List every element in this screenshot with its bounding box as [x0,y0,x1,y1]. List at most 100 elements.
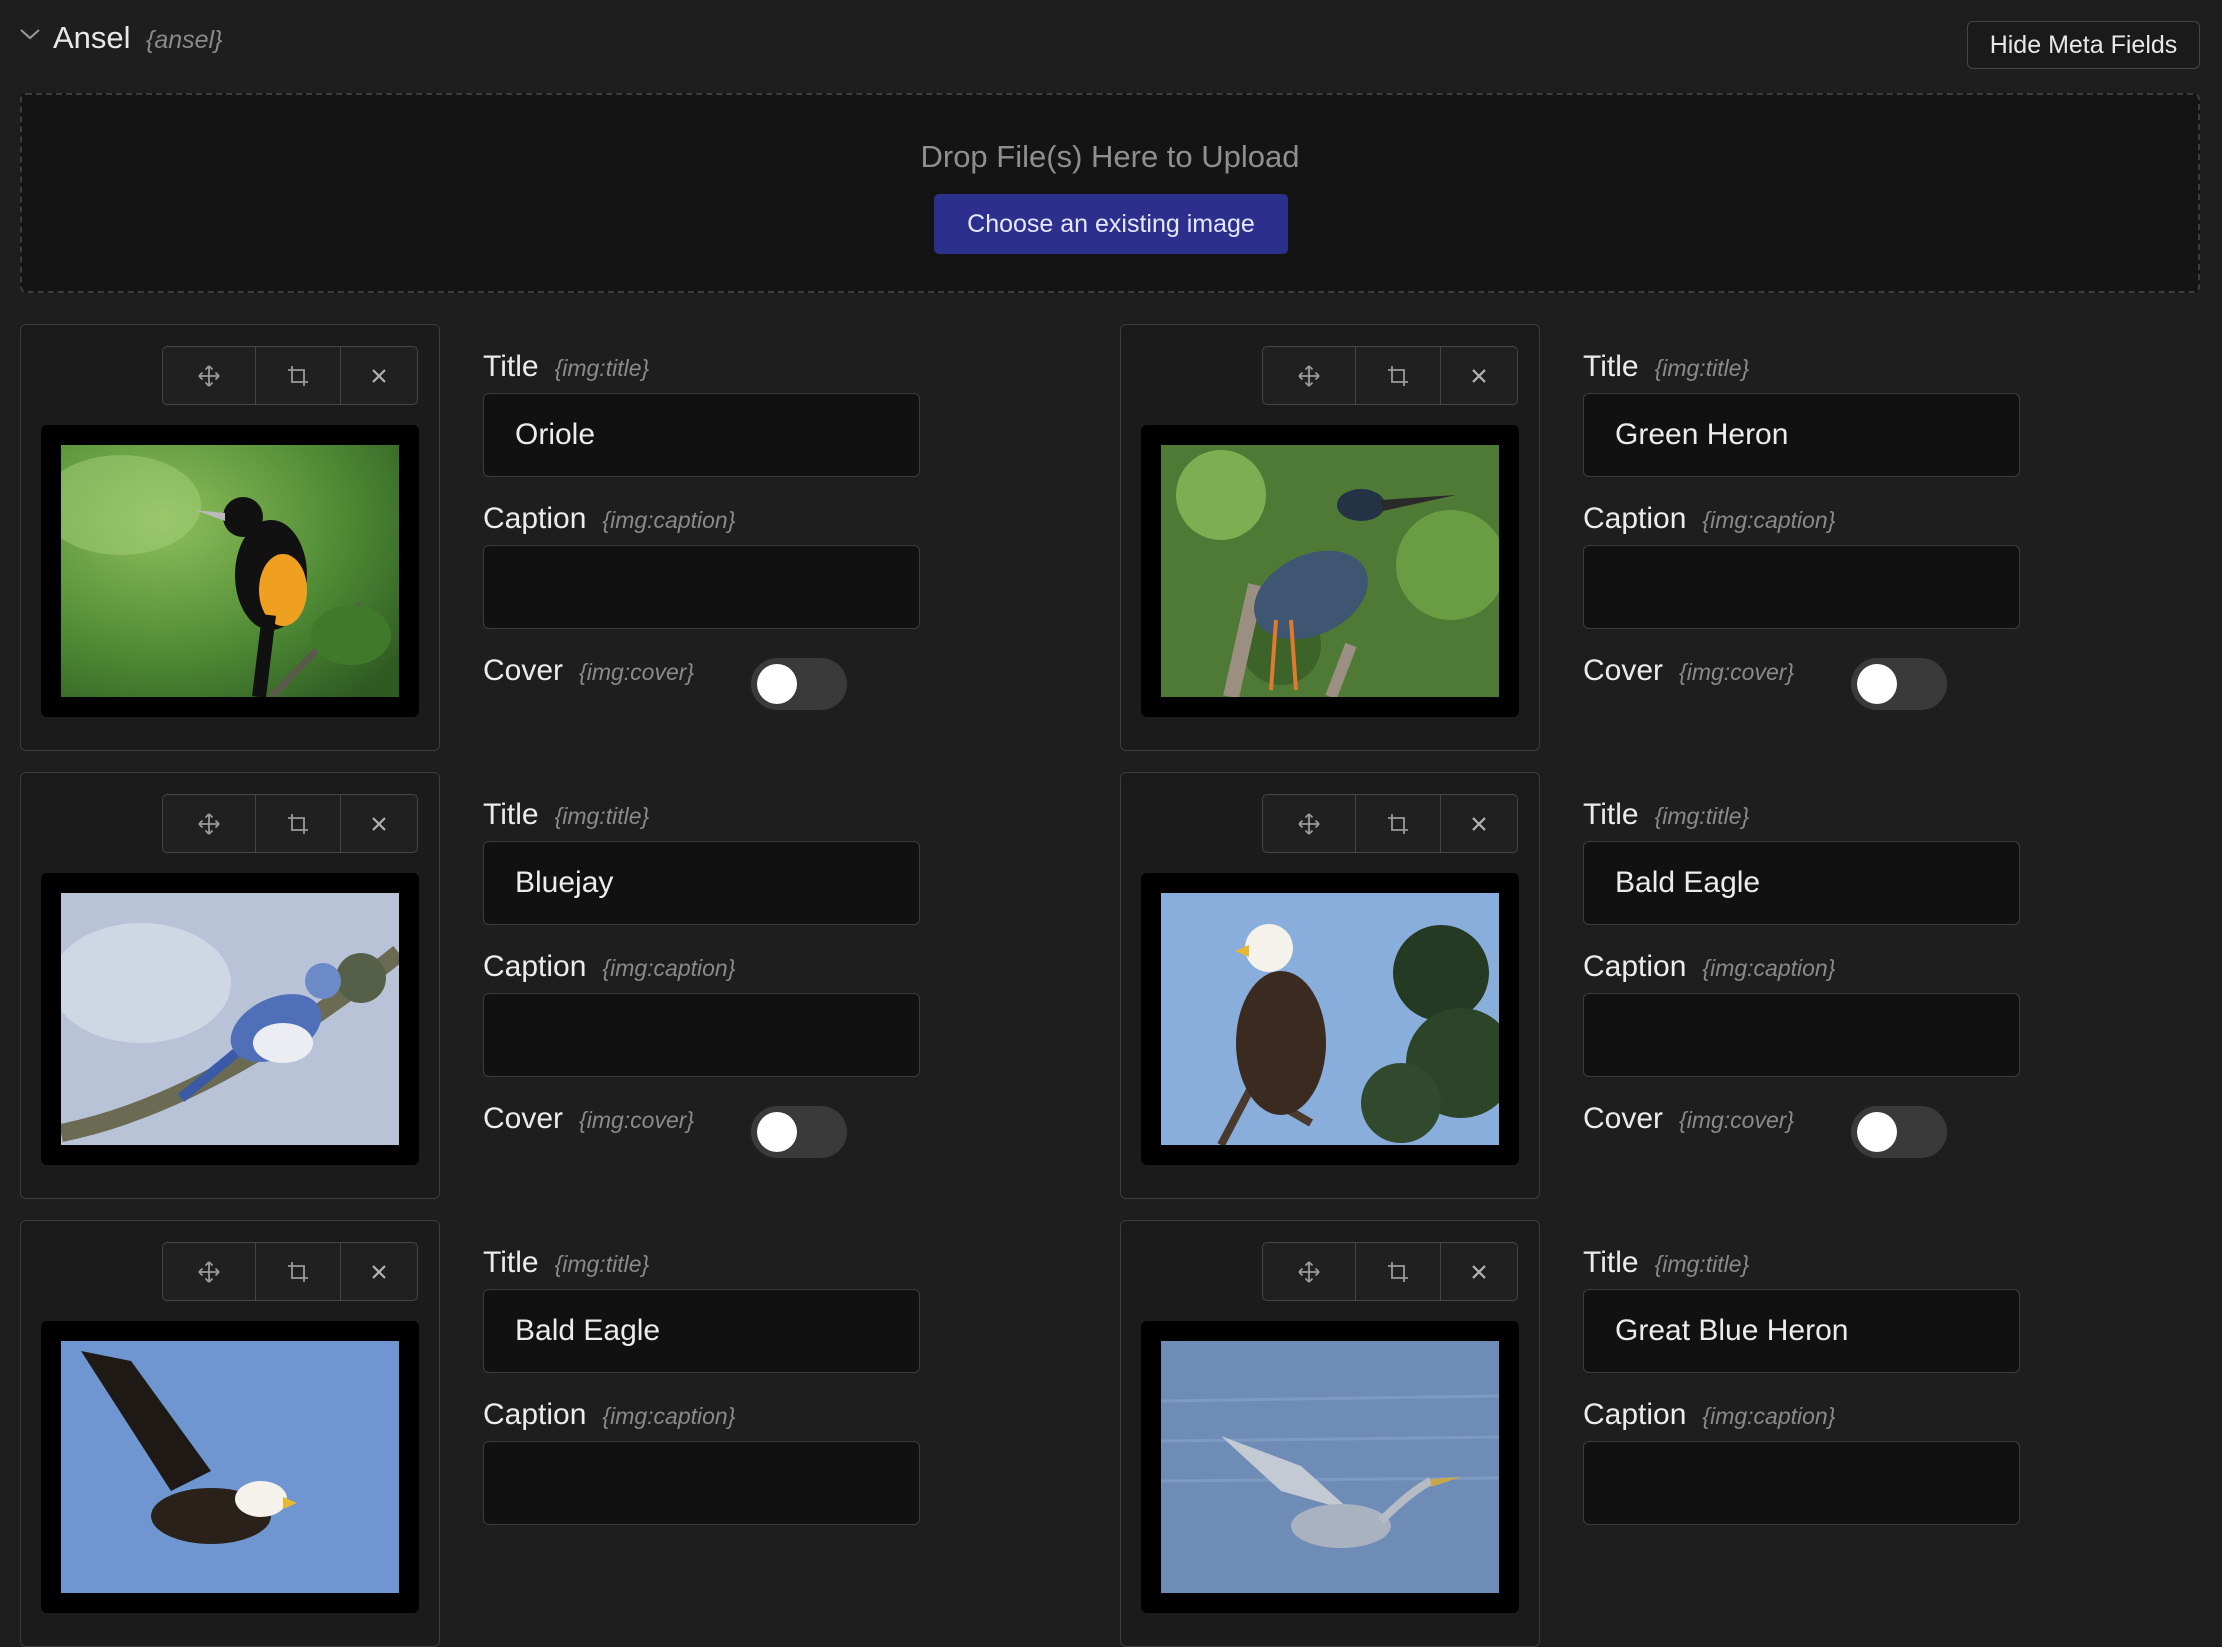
title-tag: {img:title} [554,1251,650,1277]
move-button[interactable] [1263,795,1356,852]
crop-button[interactable] [1356,795,1441,852]
hide-meta-fields-button[interactable]: Hide Meta Fields [1967,21,2200,69]
caption-label: Caption [1583,502,1687,535]
crop-button[interactable] [256,1243,341,1300]
caption-tag: {img:caption} [1702,1403,1836,1429]
close-icon [1472,816,1486,831]
title-tag: {img:title} [554,803,650,829]
cover-toggle[interactable] [751,1106,847,1158]
caption-input[interactable] [483,1441,920,1525]
toggle-knob [757,664,797,704]
crop-icon [288,1261,308,1282]
title-input[interactable]: Green Heron [1583,393,2020,477]
caption-input[interactable] [1583,1441,2020,1525]
move-button[interactable] [163,795,256,852]
caption-input[interactable] [483,545,920,629]
move-icon [1298,1260,1320,1283]
move-icon [198,812,220,835]
caption-input[interactable] [483,993,920,1077]
title-input[interactable]: Bluejay [483,841,920,925]
caption-input[interactable] [1583,545,2020,629]
image-thumbnail[interactable] [1141,873,1519,1165]
move-button[interactable] [1263,347,1356,404]
field-handle: {ansel} [146,26,223,54]
oriole-photo [61,445,399,697]
crop-button[interactable] [1356,1243,1441,1300]
move-icon [198,364,220,387]
image-thumbnail[interactable] [41,1321,419,1613]
remove-image-button[interactable] [341,347,417,404]
title-label: Title [1583,1246,1639,1279]
title-label: Title [1583,798,1639,831]
move-button[interactable] [1263,1243,1356,1300]
caption-label: Caption [483,502,587,535]
caption-label: Caption [1583,1398,1687,1431]
caption-label: Caption [483,1398,587,1431]
close-icon [372,816,386,831]
cover-toggle[interactable] [751,658,847,710]
move-button[interactable] [163,347,256,404]
close-icon [1472,1264,1486,1279]
toggle-knob [757,1112,797,1152]
crop-icon [1388,813,1408,834]
image-card [20,1220,440,1647]
image-thumbnail[interactable] [1141,1321,1519,1613]
title-input[interactable]: Great Blue Heron [1583,1289,2020,1373]
title-label: Title [483,1246,539,1279]
move-icon [1298,812,1320,835]
cover-tag: {img:cover} [579,659,695,685]
title-label: Title [1583,350,1639,383]
cover-label: Cover [1583,654,1664,687]
crop-button[interactable] [256,347,341,404]
image-thumbnail[interactable] [41,425,419,717]
dropzone-text: Drop File(s) Here to Upload [920,139,1300,174]
cover-toggle[interactable] [1851,658,1947,710]
upload-dropzone[interactable]: Drop File(s) Here to Upload Choose an ex… [20,93,2200,293]
crop-button[interactable] [1356,347,1441,404]
image-card [1120,772,1540,1199]
image-card [1120,1220,1540,1647]
cover-label: Cover [483,654,564,687]
title-tag: {img:title} [1654,355,1750,381]
caption-input[interactable] [1583,993,2020,1077]
title-input[interactable]: Oriole [483,393,920,477]
image-card [1120,324,1540,751]
move-button[interactable] [163,1243,256,1300]
move-icon [1298,364,1320,387]
green-heron-photo [1161,445,1499,697]
caption-tag: {img:caption} [602,1403,736,1429]
title-tag: {img:title} [1654,1251,1750,1277]
cover-toggle[interactable] [1851,1106,1947,1158]
great-blue-heron-photo [1161,1341,1499,1593]
field-name: Ansel [53,20,131,55]
image-toolbar [162,1242,418,1301]
title-input[interactable]: Bald Eagle [483,1289,920,1373]
caption-tag: {img:caption} [1702,507,1836,533]
bald-eagle-flying-photo [61,1341,399,1593]
field-header: Ansel {ansel} Hide Meta Fields [0,0,2222,80]
image-toolbar [1262,1242,1518,1301]
remove-image-button[interactable] [341,795,417,852]
remove-image-button[interactable] [1441,347,1517,404]
crop-icon [288,365,308,386]
chevron-down-icon[interactable] [18,22,42,46]
title-label: Title [483,350,539,383]
crop-button[interactable] [256,795,341,852]
image-toolbar [1262,346,1518,405]
cover-tag: {img:cover} [1679,1107,1795,1133]
image-thumbnail[interactable] [41,873,419,1165]
choose-existing-image-button[interactable]: Choose an existing image [934,194,1288,254]
remove-image-button[interactable] [1441,795,1517,852]
image-thumbnail[interactable] [1141,425,1519,717]
remove-image-button[interactable] [1441,1243,1517,1300]
cover-tag: {img:cover} [1679,659,1795,685]
cover-label: Cover [1583,1102,1664,1135]
caption-label: Caption [1583,950,1687,983]
title-input[interactable]: Bald Eagle [1583,841,2020,925]
remove-image-button[interactable] [341,1243,417,1300]
crop-icon [288,813,308,834]
image-toolbar [1262,794,1518,853]
close-icon [372,368,386,383]
cover-tag: {img:cover} [579,1107,695,1133]
image-toolbar [162,794,418,853]
